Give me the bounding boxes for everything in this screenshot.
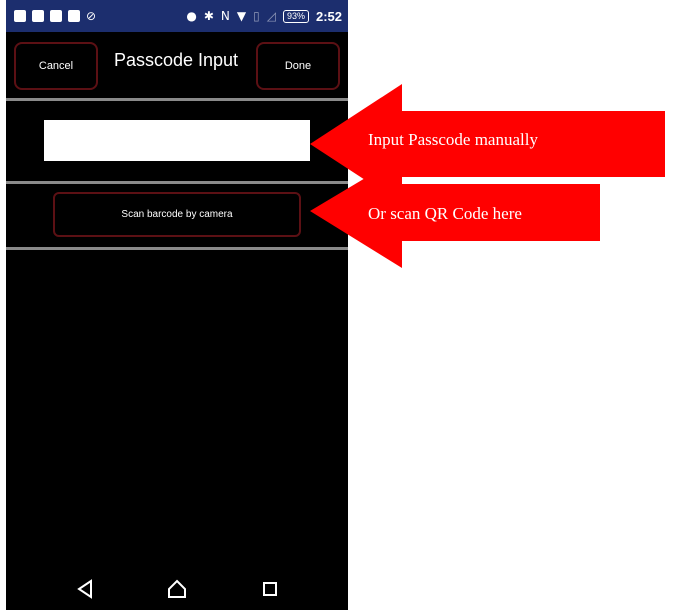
divider-middle: [6, 181, 348, 184]
screenshot-stage: ⊘ ● ✱ N ▼ ▯ ◿ 93% 2:52 Cancel Passcode I…: [0, 0, 681, 610]
system-icons: ● ✱ N ▼ ▯ ◿ 93% 2:52: [186, 9, 348, 24]
title-bar: Cancel Passcode Input Done: [6, 32, 348, 98]
done-button[interactable]: Done: [256, 42, 340, 90]
bluetooth-icon: ✱: [203, 9, 214, 23]
status-bar: ⊘ ● ✱ N ▼ ▯ ◿ 93% 2:52: [6, 0, 348, 32]
divider-bottom: [6, 247, 348, 250]
recent-apps-icon[interactable]: [259, 578, 281, 600]
message-icon: [50, 10, 62, 22]
sim-icon: ▯: [253, 9, 260, 23]
navigation-bar: [6, 568, 348, 610]
notification-icon: [14, 10, 26, 22]
home-icon[interactable]: [166, 578, 188, 600]
gallery-icon: [68, 10, 80, 22]
blocked-icon: ⊘: [86, 9, 97, 23]
passcode-input[interactable]: [44, 120, 310, 161]
notification-icons: ⊘: [6, 10, 96, 22]
battery-icon: 93%: [282, 9, 309, 23]
wifi-icon: ▼: [236, 9, 247, 23]
facebook-icon: [32, 10, 44, 22]
arrow-passcode-label: Input Passcode manually: [368, 130, 538, 149]
back-icon[interactable]: [74, 578, 96, 600]
location-icon: ●: [186, 9, 197, 23]
arrow-qr-label: Or scan QR Code here: [368, 204, 522, 223]
signal-icon: ◿: [266, 9, 276, 23]
cancel-button[interactable]: Cancel: [14, 42, 98, 90]
divider-top: [6, 98, 348, 101]
page-title: Passcode Input: [113, 50, 239, 70]
nfc-icon: N: [220, 9, 230, 23]
clock: 2:52: [315, 8, 342, 24]
phone-screen: ⊘ ● ✱ N ▼ ▯ ◿ 93% 2:52 Cancel Passcode I…: [6, 0, 348, 610]
scan-barcode-button[interactable]: Scan barcode by camera: [53, 192, 301, 237]
annotation-arrows: [310, 84, 665, 268]
